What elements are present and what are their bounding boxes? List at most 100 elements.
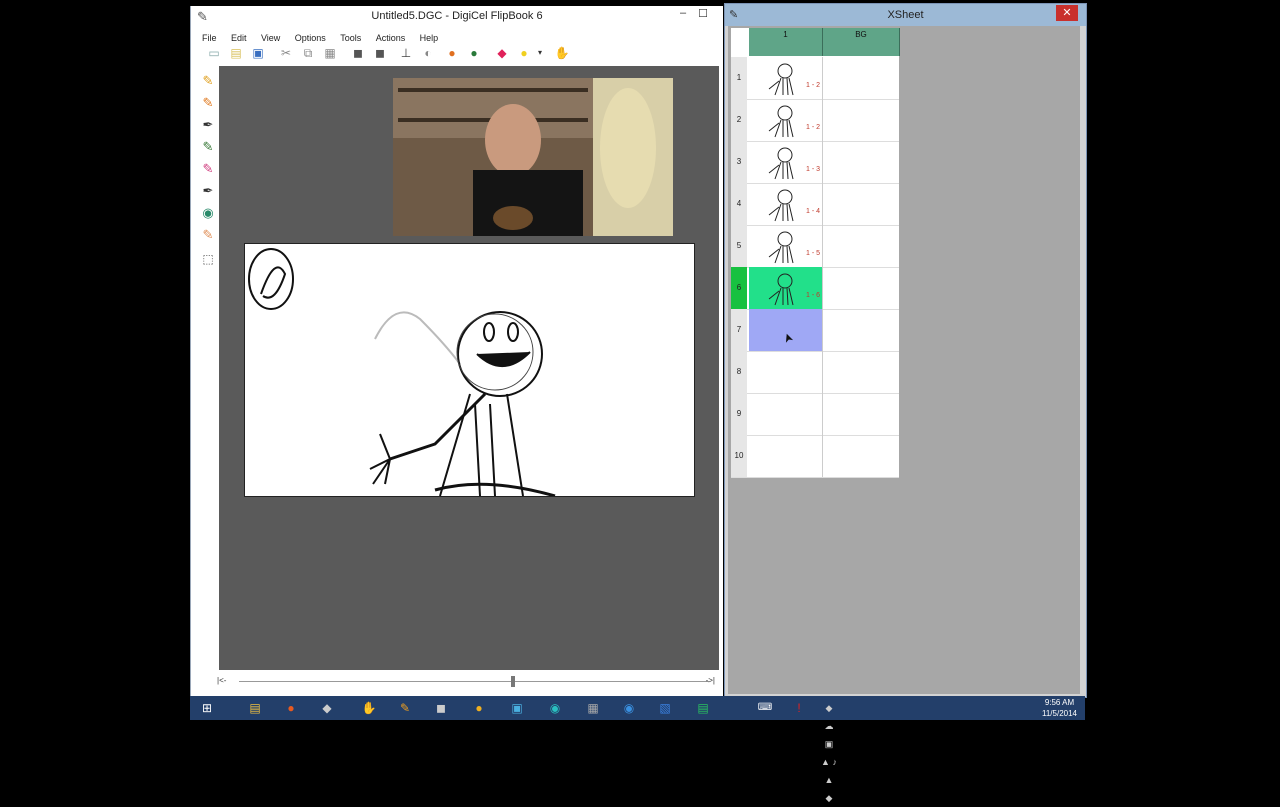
bg-cell[interactable]	[823, 309, 899, 351]
menu-view[interactable]: View	[261, 33, 280, 43]
scan-icon[interactable]: ◼	[371, 44, 389, 62]
menu-tools[interactable]: Tools	[340, 33, 361, 43]
app-icon[interactable]: ▧	[656, 699, 674, 717]
light-table-icon[interactable]: ⊥	[397, 44, 415, 62]
scroll-thumb[interactable]	[511, 676, 515, 687]
bg-cell[interactable]	[823, 435, 899, 477]
menu-file[interactable]: File	[202, 33, 217, 43]
row-number[interactable]: 3	[731, 141, 747, 183]
frame-cell[interactable]: ➤	[749, 309, 823, 351]
flipbook-taskbar-icon[interactable]: ✋	[360, 699, 378, 717]
marker-icon[interactable]: ✎	[199, 138, 217, 156]
pen-icon[interactable]: ✒	[199, 116, 217, 134]
bg-cell[interactable]	[823, 351, 899, 393]
maximize-button[interactable]: ☐	[694, 7, 712, 20]
open-icon[interactable]: ▤	[227, 44, 245, 62]
row-number[interactable]: 4	[731, 183, 747, 225]
eraser-block-icon[interactable]: ◆	[493, 44, 511, 62]
frame-cell[interactable]	[749, 393, 823, 435]
cut-icon[interactable]: ✂	[277, 44, 295, 62]
ink-icon[interactable]: ✒	[199, 182, 217, 200]
alert-icon[interactable]: !	[790, 699, 808, 717]
frame-cell[interactable]: 1 - 6	[749, 267, 823, 309]
tool-palette: ✎ ✎ ✒ ✎ ✎ ✒ ◉ ✎ ⬚	[197, 72, 219, 272]
toolbar: ▭ ▤ ▣ ✂ ⧉ ▦ ◼ ◼ ⊥ ◐ ● ● ◆ ● ▾ ✋	[197, 44, 717, 64]
bg-cell[interactable]	[823, 393, 899, 435]
row-number[interactable]: 1	[731, 57, 747, 99]
app-icon[interactable]: ▤	[694, 699, 712, 717]
video-icon[interactable]: ▦	[584, 699, 602, 717]
row-number[interactable]: 6	[731, 267, 747, 309]
app-icon[interactable]: ◆	[318, 699, 336, 717]
frame-cell[interactable]: 1 - 4	[749, 183, 823, 225]
drawing-workspace[interactable]	[219, 66, 719, 670]
frame-cell[interactable]: 1 - 2	[749, 99, 823, 141]
eraser-icon[interactable]: ✎	[199, 160, 217, 178]
xsheet-row: 4 1 - 4	[731, 183, 899, 226]
frame-thumbnail	[768, 105, 794, 138]
timeline-scrollbar[interactable]: |<- ->|	[211, 675, 721, 689]
scroll-track[interactable]	[239, 681, 709, 682]
column-header-1[interactable]: 1	[749, 28, 823, 56]
clock-date: 11/5/2014	[1042, 709, 1077, 718]
dropdown-icon[interactable]: ▾	[531, 44, 549, 62]
frame-cell[interactable]	[749, 435, 823, 477]
bg-cell[interactable]	[823, 57, 899, 99]
tray-icons[interactable]: ◆ ☁ ▣ ▲ ♪ ▲ ◆	[820, 699, 838, 803]
column-header-bg[interactable]: BG	[823, 28, 900, 56]
row-number[interactable]: 10	[731, 435, 747, 477]
norton-icon[interactable]: ●	[470, 699, 488, 717]
menu-actions[interactable]: Actions	[376, 33, 406, 43]
save-icon[interactable]: ▣	[249, 44, 267, 62]
copy-icon[interactable]: ⧉	[299, 44, 317, 62]
camera-icon[interactable]: ◼	[349, 44, 367, 62]
app-icon[interactable]: ◼	[432, 699, 450, 717]
row-number[interactable]: 2	[731, 99, 747, 141]
select-icon[interactable]: ⬚	[199, 250, 217, 268]
menu-options[interactable]: Options	[295, 33, 326, 43]
frame-cell[interactable]	[749, 351, 823, 393]
bg-cell[interactable]	[823, 267, 899, 309]
paste-icon[interactable]: ▦	[321, 44, 339, 62]
bg-cell[interactable]	[823, 183, 899, 225]
color-icon[interactable]: ◐	[419, 44, 437, 62]
menu-help[interactable]: Help	[420, 33, 439, 43]
frame-thumbnail	[768, 63, 794, 96]
mouse-cursor-icon: ➤	[779, 330, 797, 346]
file-explorer-icon[interactable]: ▤	[246, 699, 264, 717]
drawing-canvas[interactable]	[244, 243, 695, 498]
firefox-icon[interactable]: ●	[282, 699, 300, 717]
row-number[interactable]: 7	[731, 309, 747, 351]
column-title: BG	[855, 30, 867, 39]
pencil-taskbar-icon[interactable]: ✎	[396, 699, 414, 717]
menu-edit[interactable]: Edit	[231, 33, 247, 43]
row-number[interactable]: 5	[731, 225, 747, 267]
row-number[interactable]: 8	[731, 351, 747, 393]
bg-cell[interactable]	[823, 141, 899, 183]
keyboard-icon[interactable]: ⌨	[756, 699, 774, 717]
tray-clock[interactable]: 9:56 AM 11/5/2014	[1042, 697, 1077, 719]
smudge-icon[interactable]: ✎	[199, 226, 217, 244]
minimize-button[interactable]: –	[674, 7, 692, 19]
new-icon[interactable]: ▭	[205, 44, 223, 62]
brush-icon[interactable]: ✎	[199, 94, 217, 112]
frame-cell[interactable]: 1 - 2	[749, 57, 823, 99]
bg-cell[interactable]	[823, 99, 899, 141]
scroll-end-button[interactable]: ->|	[706, 676, 715, 685]
xsheet-row: 1 1 - 2	[731, 57, 899, 100]
bg-cell[interactable]	[823, 225, 899, 267]
scroll-start-button[interactable]: |<-	[217, 676, 226, 685]
paint-icon[interactable]: ●	[443, 44, 461, 62]
frame-cell[interactable]: 1 - 3	[749, 141, 823, 183]
app-icon[interactable]: ◉	[546, 699, 564, 717]
xsheet-close-button[interactable]: ✕	[1056, 5, 1078, 21]
app-icon[interactable]: ◉	[620, 699, 638, 717]
stop-icon[interactable]: ●	[465, 44, 483, 62]
pencil-icon[interactable]: ✎	[199, 72, 217, 90]
start-button[interactable]: ⊞	[198, 699, 216, 717]
row-number[interactable]: 9	[731, 393, 747, 435]
app-icon[interactable]: ▣	[508, 699, 526, 717]
fill-icon[interactable]: ◉	[199, 204, 217, 222]
hand-icon[interactable]: ✋	[553, 44, 571, 62]
frame-cell[interactable]: 1 - 5	[749, 225, 823, 267]
